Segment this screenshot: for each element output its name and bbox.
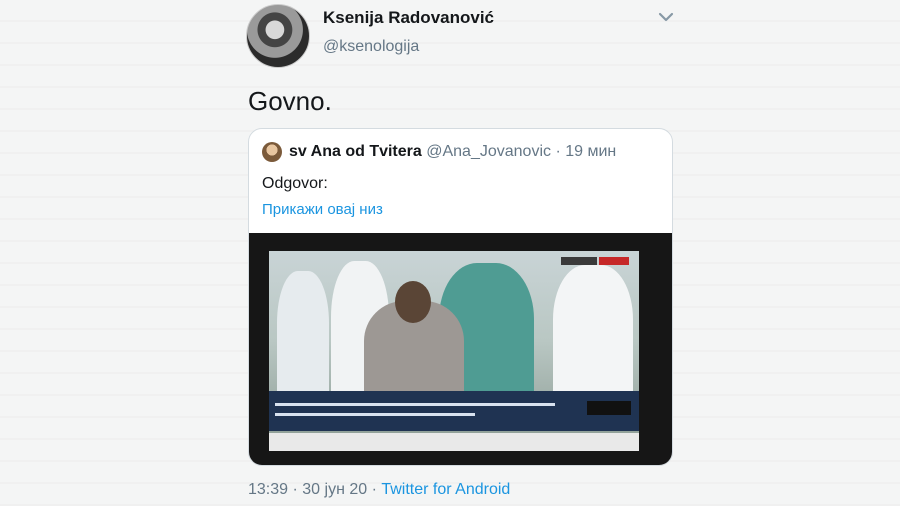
footer-separator: ·	[288, 481, 303, 498]
quoted-author-handle: @Ana_Jovanovic	[426, 143, 551, 160]
background-person	[277, 271, 329, 401]
live-badge	[599, 257, 629, 265]
author-display-name[interactable]: Ksenija Radovanović	[323, 8, 494, 28]
lower-third-banner	[269, 391, 639, 431]
avatar[interactable]	[246, 4, 310, 68]
quoted-tweet-text: Odgovor:	[262, 175, 328, 192]
tweet-footer: 13:39 · 30 јун 20 · Twitter for Android	[248, 481, 510, 499]
quoted-timestamp: 19 мин	[565, 143, 617, 160]
tweet: Ksenija Radovanović @ksenologija Govno. …	[0, 0, 900, 506]
news-ticker	[269, 433, 639, 451]
tweet-text: Govno.	[248, 86, 332, 116]
show-thread-link[interactable]: Прикажи овај низ	[262, 201, 383, 218]
tweet-source-link[interactable]: Twitter for Android	[381, 481, 510, 498]
quoted-tweet-card[interactable]: sv Ana od Tvitera @Ana_Jovanovic · 19 ми…	[248, 128, 673, 466]
tweet-time[interactable]: 13:39	[248, 481, 288, 498]
chevron-down-icon[interactable]	[657, 10, 675, 24]
quoted-separator: ·	[551, 143, 566, 160]
quoted-author-avatar	[262, 142, 282, 162]
quoted-tweet-header: sv Ana od Tvitera @Ana_Jovanovic · 19 ми…	[289, 143, 616, 161]
quoted-author-display-name: sv Ana od Tvitera	[289, 143, 422, 160]
caption-line	[275, 413, 475, 416]
caption-line	[275, 403, 555, 406]
tv-broadcast-image	[269, 251, 639, 451]
footer-separator: ·	[367, 481, 382, 498]
background-person	[553, 265, 633, 401]
tweet-date[interactable]: 30 јун 20	[302, 481, 367, 498]
quoted-media-image[interactable]	[249, 233, 672, 465]
speaker-head	[395, 281, 431, 323]
channel-logo	[587, 401, 631, 415]
author-handle[interactable]: @ksenologija	[323, 38, 419, 56]
location-badge	[561, 257, 597, 265]
